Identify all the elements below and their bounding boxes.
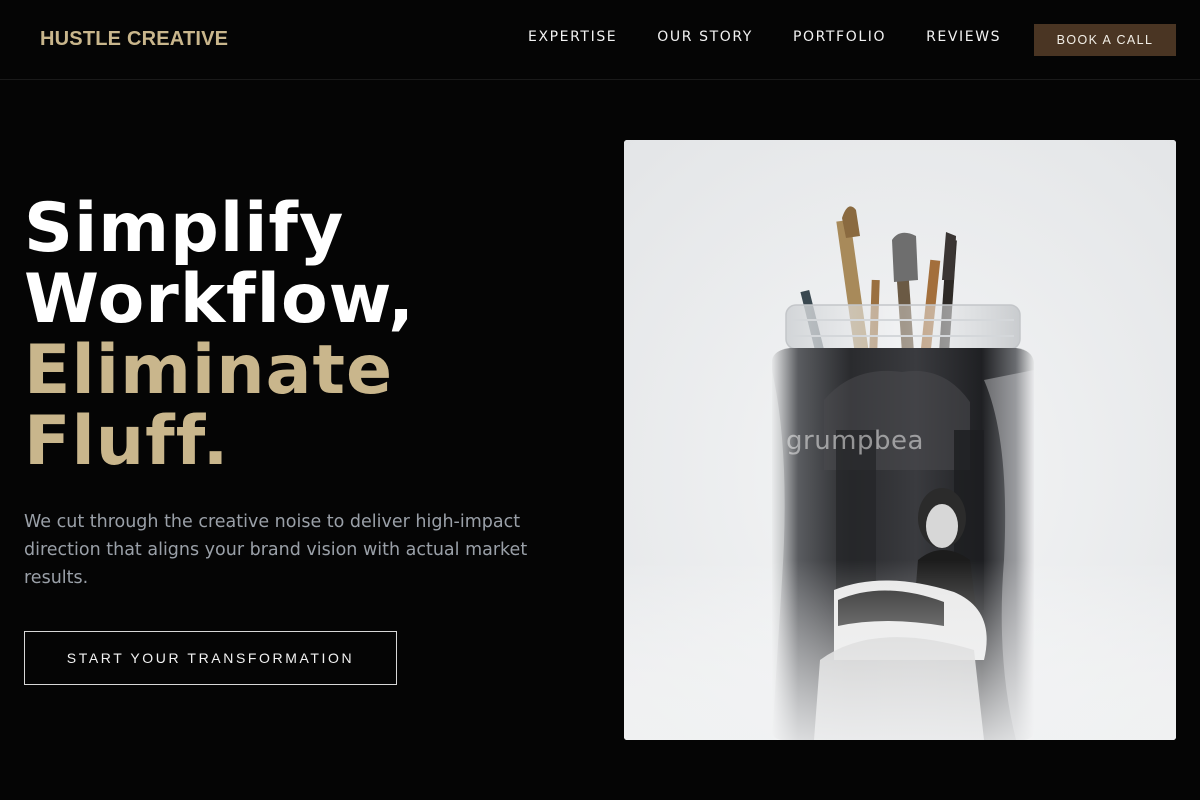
brand-logo[interactable]: HUSTLE CREATIVE [40,28,228,51]
hero-description: We cut through the creative noise to del… [24,512,528,588]
hero-title-line-accent: Eliminate [24,331,394,410]
nav-item-our-story[interactable]: OUR STORY [657,29,753,45]
nav-item-expertise[interactable]: EXPERTISE [528,29,617,45]
main-nav: EXPERTISE OUR STORY PORTFOLIO REVIEWS [528,29,1001,45]
site-header: HUSTLE CREATIVE EXPERTISE OUR STORY PORT… [0,0,1200,80]
hero-title-line: Workflow, [24,260,415,339]
hero-image: grumpbea [624,140,1176,740]
hero-title: Simplify Workflow, Eliminate Fluff. [24,193,415,477]
image-watermark: grumpbea [786,426,924,456]
hero-title-line: Simplify [24,189,345,268]
hero-title-line-accent: Fluff. [24,402,230,481]
nav-item-reviews[interactable]: REVIEWS [926,29,1001,45]
book-a-call-button[interactable]: BOOK A CALL [1034,24,1176,56]
nav-item-portfolio[interactable]: PORTFOLIO [793,29,886,45]
start-transformation-button[interactable]: START YOUR TRANSFORMATION [24,631,397,685]
